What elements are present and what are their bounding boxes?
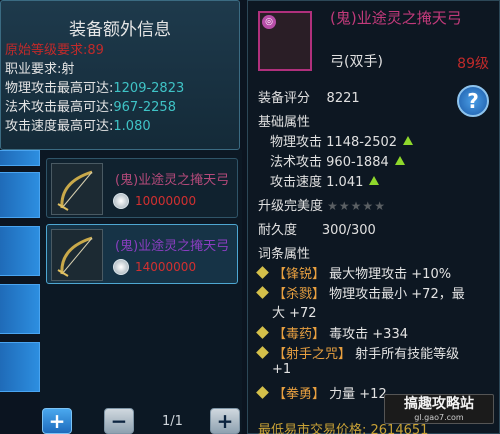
bow-thumbnail	[51, 163, 103, 215]
bow-icon	[57, 170, 93, 211]
affix-row: 【锋锐】 最大物理攻击 +10%	[256, 263, 451, 282]
list-item[interactable]: (鬼)业途灵之掩天弓 10000000	[46, 158, 238, 218]
attack-speed-row: 攻击速度 1.041	[270, 171, 380, 190]
list-item[interactable]: (鬼)业途灵之掩天弓 14000000	[46, 224, 238, 284]
magic-attack-row: 法术攻击 960-1884	[270, 151, 405, 170]
listing-panel: (鬼)业途灵之掩天弓 10000000 (鬼)业途灵之掩天弓 14000000	[40, 150, 242, 434]
site-watermark-logo: 搞趣攻略站 gl.gao7.com	[384, 394, 494, 424]
side-tab-1[interactable]	[0, 150, 40, 166]
help-button[interactable]: ?	[457, 85, 489, 117]
bow-icon	[57, 236, 93, 277]
job-requirement: 职业要求:射	[5, 62, 75, 77]
affix-title: 词条属性	[258, 247, 311, 262]
side-tab-5[interactable]	[0, 342, 40, 392]
max-attack-speed: 攻击速度最高可达:1.080	[5, 119, 151, 134]
affix-row-cont: +1	[272, 362, 292, 377]
score-row: 装备评分 8221	[258, 91, 360, 106]
affix-row: 【射手之咒】 射手所有技能等级	[256, 343, 459, 362]
affix-row: 【杀戮】 物理攻击最小 +72，最	[256, 283, 465, 302]
add-button[interactable]: +	[42, 408, 72, 434]
max-magic-attack: 法术攻击最高可达:967-2258	[5, 100, 176, 115]
gem-icon	[256, 286, 269, 299]
item-price: 10000000	[135, 194, 197, 208]
gem-icon	[256, 386, 269, 399]
item-price: 14000000	[135, 260, 197, 274]
phys-attack-row: 物理攻击 1148-2502	[270, 131, 414, 150]
bow-thumbnail	[51, 229, 103, 281]
ghost-badge-icon: ◎	[262, 15, 276, 29]
arrow-up-icon	[403, 136, 414, 145]
item-type: 弓(双手)	[330, 54, 383, 70]
star-rating: ★★★★★	[327, 199, 386, 213]
item-level: 89级	[457, 56, 489, 72]
prev-page-button[interactable]: −	[104, 408, 134, 434]
gem-icon	[256, 326, 269, 339]
page-indicator: 1/1	[162, 414, 183, 429]
next-page-button[interactable]: +	[210, 408, 240, 434]
gem-icon	[256, 266, 269, 279]
coin-icon	[113, 193, 129, 209]
durability-row: 耐久度 300/300	[258, 223, 376, 238]
affix-row: 【拳勇】 力量 +12	[256, 383, 387, 402]
item-name: (鬼)业途灵之掩天弓	[115, 239, 230, 254]
extra-info-title: 装备额外信息	[69, 20, 171, 40]
upgrade-row: 升级完美度 ★★★★★	[258, 199, 386, 214]
side-tab-4[interactable]	[0, 284, 40, 334]
base-attributes-title: 基础属性	[258, 115, 311, 130]
arrow-up-icon	[369, 176, 380, 185]
arrow-up-icon	[394, 156, 405, 165]
affix-row: 【毒药】 毒攻击 +334	[256, 323, 408, 342]
gem-icon	[256, 346, 269, 359]
max-phys-attack: 物理攻击最高可达:1209-2823	[5, 81, 185, 96]
extra-info-panel: 装备额外信息 原始等级要求:89 职业要求:射 物理攻击最高可达:1209-28…	[0, 0, 240, 150]
item-title: (鬼)业途灵之掩天弓	[330, 9, 462, 27]
item-icon: ◎	[258, 11, 312, 71]
item-tooltip: ◎ (鬼)业途灵之掩天弓 弓(双手) 89级 ? 装备评分 8221 基础属性 …	[247, 0, 500, 434]
side-tab-2[interactable]	[0, 172, 40, 218]
side-tab-3[interactable]	[0, 226, 40, 276]
affix-row-cont: 大 +72	[272, 306, 317, 321]
coin-icon	[113, 259, 129, 275]
item-name: (鬼)业途灵之掩天弓	[115, 173, 230, 188]
level-requirement: 原始等级要求:89	[5, 43, 104, 58]
